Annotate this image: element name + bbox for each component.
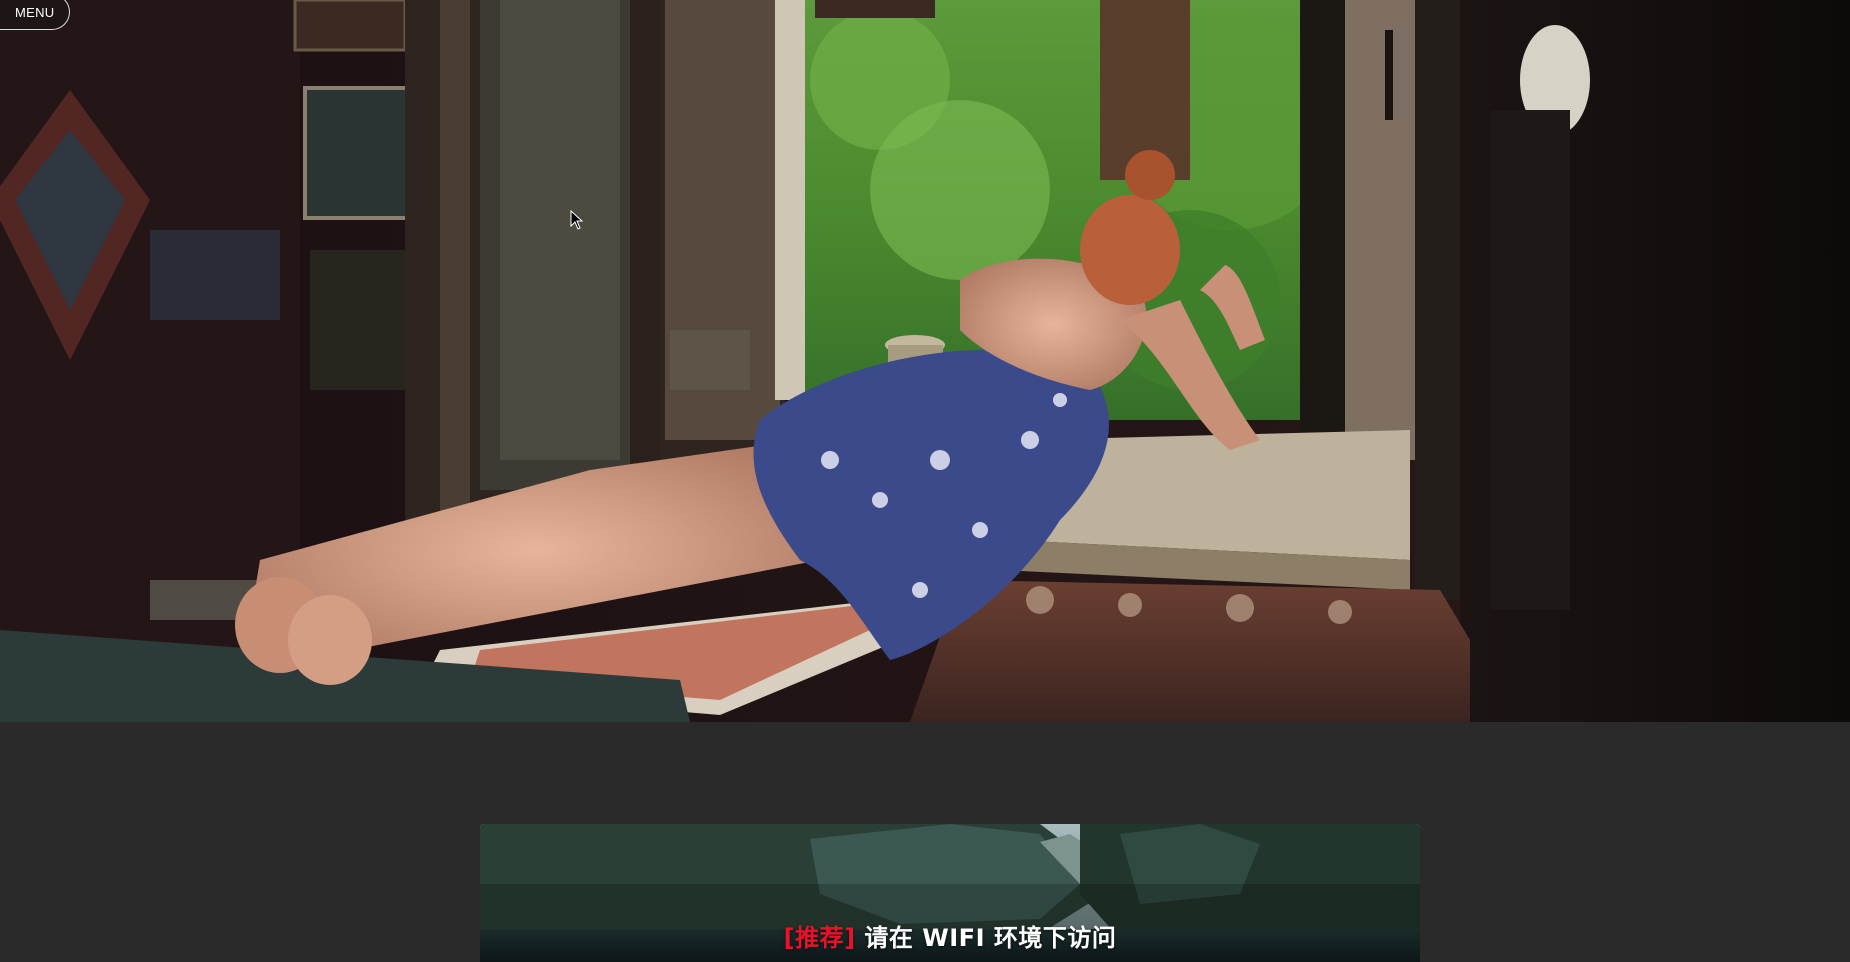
card-title: [推荐] 请在 WIFI 环境下访问 [480, 918, 1420, 953]
mouse-cursor-icon [570, 210, 584, 230]
page: MENU [推荐] 请在 WIFI 环境下访问 [0, 0, 1850, 962]
hero-photo [0, 0, 1850, 722]
menu-button[interactable]: MENU [0, 0, 70, 30]
recommend-tag: [推荐] [783, 924, 856, 952]
hero-illustration [0, 0, 1850, 722]
card-title-text: 请在 WIFI 环境下访问 [855, 924, 1117, 952]
feature-card[interactable]: [推荐] 请在 WIFI 环境下访问 [480, 824, 1420, 962]
